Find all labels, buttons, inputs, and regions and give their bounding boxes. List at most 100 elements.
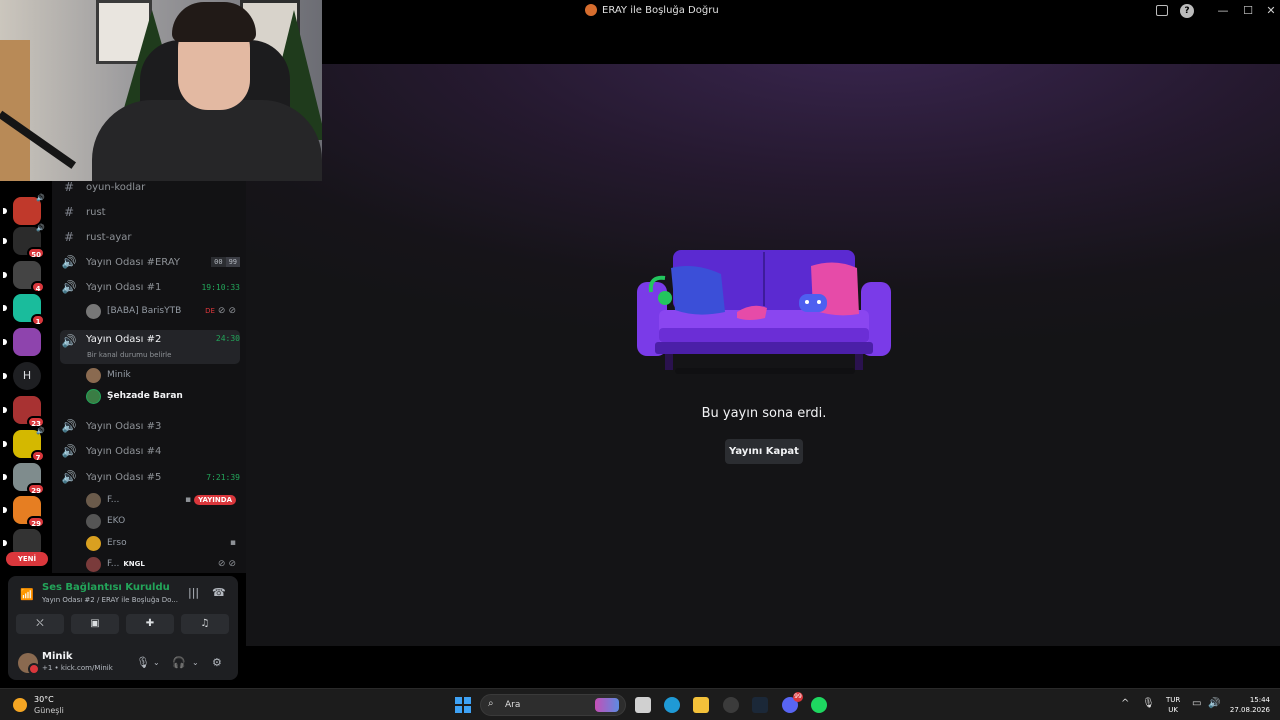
avatar: [86, 303, 101, 319]
discord-icon[interactable]: 99: [782, 692, 803, 713]
spotify-icon[interactable]: [811, 697, 827, 713]
stream-toolbar: [322, 22, 1280, 64]
server-icon[interactable]: 29: [3, 496, 45, 528]
close-window-button[interactable]: ✕: [1264, 4, 1278, 18]
channel-yayin-odasi-2[interactable]: 🔊 Yayın Odası #2 24:30 Bir kanal durumu …: [60, 330, 240, 364]
avatar: [86, 513, 101, 529]
network-icon[interactable]: ▭: [1192, 698, 1201, 709]
deafened-icon: ⊘: [228, 559, 236, 569]
close-stream-button[interactable]: Yayını Kapat: [725, 439, 803, 464]
notification-badge: 99: [793, 692, 803, 702]
hash-icon: #: [63, 205, 75, 219]
user-avatar[interactable]: [18, 653, 40, 675]
speaker-icon: 🔊: [61, 470, 77, 484]
window-title: ERAY ile Boşluğa Doğru: [585, 4, 719, 16]
folder-icon[interactable]: [693, 697, 709, 713]
noise-suppression-icon[interactable]: |||: [188, 586, 199, 599]
channel-yayin-odasi-eray[interactable]: 🔊 Yayın Odası #ERAY 00 99: [60, 252, 240, 272]
avatar: [86, 492, 101, 508]
edge-icon[interactable]: [664, 697, 680, 713]
channel-timer: 19:10:33: [201, 282, 240, 292]
voice-user[interactable]: Şehzade Baran: [86, 387, 236, 405]
channel-yayin-odasi-3[interactable]: 🔊 Yayın Odası #3: [60, 416, 240, 436]
voice-user[interactable]: F... ▪ YAYINDA: [86, 491, 236, 509]
server-favicon-icon: [585, 4, 597, 16]
server-icon[interactable]: 🔊 7: [3, 427, 45, 462]
channel-oyun-kodlar[interactable]: # oyun-kodlar: [60, 181, 240, 197]
server-icon[interactable]: 29: [3, 463, 45, 495]
user-name[interactable]: Minik: [42, 651, 73, 662]
windows-taskbar: 30°C Güneşli ⌕ Ara 99 ^ 🎙 TUR UK ▭ 🔊 15:4…: [0, 688, 1280, 720]
show-hidden-icons[interactable]: ^: [1121, 698, 1129, 709]
speaker-icon: 🔊: [61, 334, 77, 348]
user-status: +1 • kick.com/Minik: [42, 664, 113, 672]
voice-user[interactable]: Erso ▪: [86, 534, 236, 552]
server-icon[interactable]: [3, 328, 41, 356]
search-highlight-icon: [595, 698, 619, 712]
channel-rust-ayar[interactable]: # rust-ayar: [60, 227, 240, 247]
maximize-button[interactable]: ☐: [1241, 4, 1255, 18]
obs-icon[interactable]: [723, 697, 739, 713]
channel-rust[interactable]: # rust: [60, 202, 240, 222]
minimize-button[interactable]: —: [1216, 4, 1230, 18]
speaker-icon: 🔊: [36, 224, 45, 232]
new-servers-pill[interactable]: YENİ: [6, 552, 48, 566]
deafened-icon: ⊘: [228, 306, 236, 316]
server-icon[interactable]: 🔊 50: [3, 224, 45, 259]
channel-yayin-odasi-1[interactable]: 🔊 Yayın Odası #1 19:10:33: [60, 277, 240, 297]
microphone-tray-icon[interactable]: 🎙: [1142, 698, 1155, 709]
weather-temperature[interactable]: 30°C: [34, 695, 54, 704]
inbox-icon[interactable]: [1156, 5, 1168, 16]
help-icon[interactable]: ?: [1180, 4, 1194, 18]
chevron-down-icon[interactable]: ⌄: [153, 658, 160, 667]
voice-user[interactable]: [BABA] BarisYTB DE ⊘ ⊘: [86, 302, 236, 320]
couch-icon: [637, 250, 891, 374]
voice-connection-panel: 📶 Ses Bağlantısı Kuruldu Yayın Odası #2 …: [8, 576, 238, 680]
channel-timer: 24:30: [215, 334, 240, 343]
avatar: [86, 367, 101, 383]
chevron-down-icon[interactable]: ⌄: [192, 658, 199, 667]
language-indicator[interactable]: TUR UK: [1166, 695, 1180, 715]
activities-icon[interactable]: ✚: [126, 614, 174, 634]
disconnect-icon[interactable]: ☎: [212, 586, 226, 599]
signal-icon[interactable]: 📶: [18, 586, 36, 604]
soundboard-icon[interactable]: ♫: [181, 614, 229, 634]
taskbar-search[interactable]: ⌕ Ara: [480, 694, 626, 716]
voice-channel-path[interactable]: Yayın Odası #2 / ERAY ile Boşluğa Do...: [42, 596, 182, 604]
screen-share-icon[interactable]: ▣: [71, 614, 119, 634]
start-button[interactable]: [455, 697, 471, 713]
camera-icon: ▪: [184, 495, 192, 505]
muted-icon: ⊘: [217, 306, 226, 316]
task-view-icon[interactable]: [635, 697, 651, 713]
server-icon[interactable]: 23: [3, 396, 45, 428]
camera-off-icon[interactable]: ⛌: [16, 614, 64, 634]
speaker-icon: 🔊: [61, 444, 77, 458]
channel-yayin-odasi-5[interactable]: 🔊 Yayın Odası #5 7:21:39: [60, 467, 240, 487]
channel-status[interactable]: Bir kanal durumu belirle: [87, 351, 171, 359]
speaker-icon: 🔊: [36, 194, 45, 202]
channel-yayin-odasi-4[interactable]: 🔊 Yayın Odası #4: [60, 441, 240, 461]
voice-user[interactable]: F... KNGL ⊘ ⊘: [86, 555, 236, 573]
mention-badge: 29: [27, 483, 45, 495]
mention-badge: 4: [31, 281, 45, 293]
voice-user[interactable]: EKO: [86, 512, 236, 530]
volume-icon[interactable]: 🔊: [1208, 698, 1220, 709]
system-clock[interactable]: 15:44 27.08.2026: [1228, 695, 1270, 715]
sun-icon[interactable]: [13, 698, 27, 712]
settings-gear-icon[interactable]: ⚙: [212, 656, 222, 669]
weather-description[interactable]: Güneşli: [34, 706, 64, 715]
server-letter-icon[interactable]: H: [3, 362, 41, 390]
server-icon[interactable]: 1: [3, 294, 45, 326]
stream-bottom-bar: [246, 646, 1280, 688]
live-badge: YAYINDA: [194, 495, 236, 505]
steam-icon[interactable]: [752, 697, 768, 713]
server-icon[interactable]: 4: [3, 261, 45, 293]
hash-icon: #: [63, 230, 75, 244]
mention-badge: 50: [27, 247, 45, 259]
headphones-icon[interactable]: 🎧: [172, 656, 186, 669]
camera-icon: ▪: [229, 538, 236, 548]
microphone-icon[interactable]: 🎙: [136, 656, 150, 669]
server-icon[interactable]: 🔊: [3, 194, 45, 225]
voice-status-title[interactable]: Ses Bağlantısı Kuruldu: [42, 582, 170, 593]
voice-user[interactable]: Minik: [86, 366, 236, 384]
